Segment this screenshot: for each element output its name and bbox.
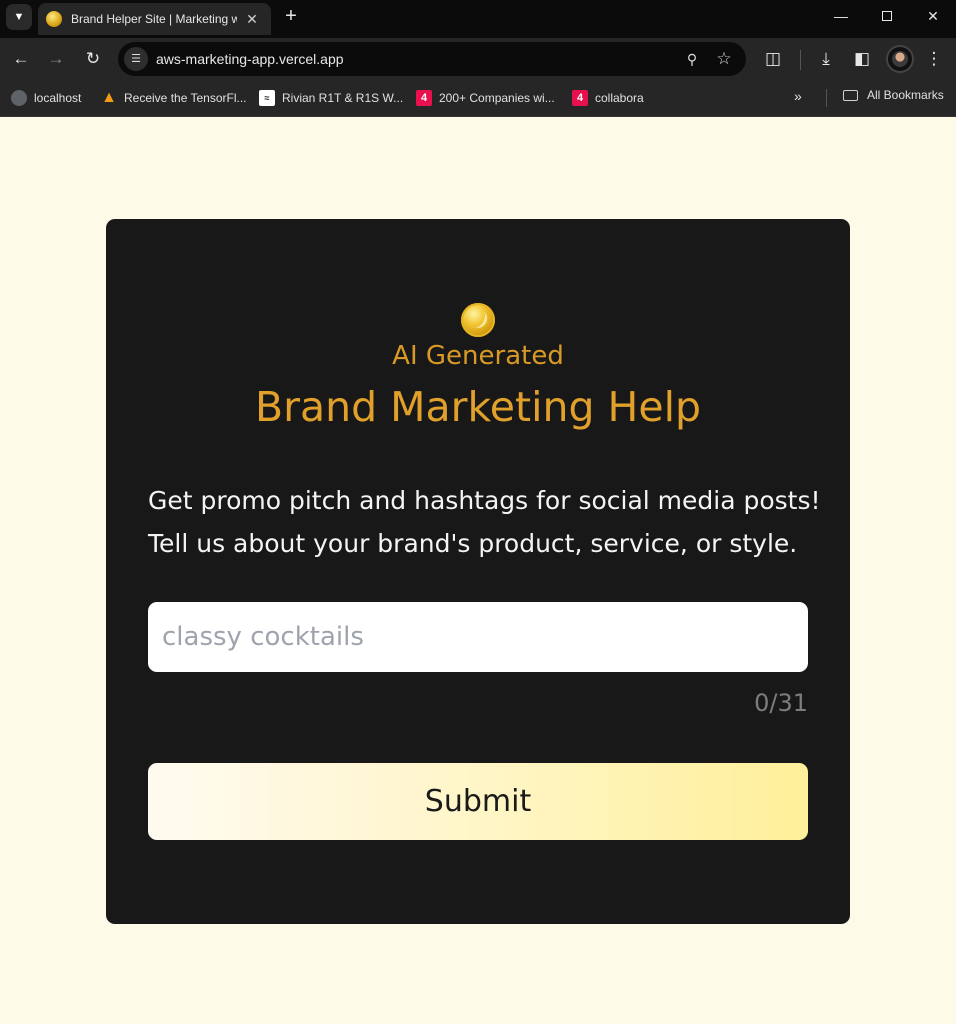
close-icon: ✕: [927, 7, 939, 24]
bookmark-tensorflow[interactable]: ▲ Receive the TensorFl...: [101, 88, 247, 108]
all-bookmarks-label: All Bookmarks: [867, 88, 944, 102]
window-close-button[interactable]: ✕: [910, 0, 956, 32]
chevron-down-icon: ▼: [13, 11, 25, 23]
page-subtitle: AI Generated: [392, 341, 564, 371]
page-title: Brand Marketing Help: [255, 383, 701, 431]
back-arrow-icon[interactable]: ←: [9, 47, 33, 71]
tab-title: Brand Helper Site | Marketing w: [71, 12, 237, 26]
submit-button[interactable]: Submit: [148, 763, 808, 840]
browser-tab-active[interactable]: Brand Helper Site | Marketing w ✕: [38, 3, 271, 35]
globe-icon: [11, 90, 27, 106]
bookmark-label: Rivian R1T & R1S W...: [282, 91, 404, 105]
bookmark-label: Receive the TensorFl...: [124, 91, 247, 105]
bookmark-200-companies[interactable]: 4 200+ Companies wi...: [416, 88, 555, 108]
four-icon: 4: [416, 90, 432, 106]
browser-chrome: ▼ Brand Helper Site | Marketing w ✕ + — …: [0, 0, 956, 117]
bookmark-label: collabora: [595, 91, 644, 105]
zoom-icon[interactable]: ⚲: [680, 47, 704, 71]
bookmark-collabora[interactable]: 4 collabora: [572, 88, 644, 108]
window-minimize-button[interactable]: —: [818, 0, 864, 32]
brand-description-input[interactable]: [148, 602, 808, 672]
reload-icon[interactable]: ↻: [81, 47, 105, 71]
close-icon[interactable]: ✕: [245, 11, 259, 28]
marketing-card: AI Generated Brand Marketing Help Get pr…: [106, 219, 850, 924]
character-counter: 0/31: [754, 689, 808, 717]
bookmark-label: 200+ Companies wi...: [439, 91, 555, 105]
plus-icon: +: [285, 5, 297, 27]
all-bookmarks-button[interactable]: All Bookmarks: [843, 88, 944, 102]
bookmarks-divider: [826, 89, 827, 107]
download-icon[interactable]: ⤓: [814, 47, 838, 71]
toolbar-divider: [800, 50, 801, 70]
bookmark-localhost[interactable]: localhost: [11, 88, 81, 108]
url-text[interactable]: aws-marketing-app.vercel.app: [156, 51, 344, 67]
avatar-icon: [892, 51, 908, 67]
side-panel-icon[interactable]: ◧: [850, 47, 874, 71]
four-icon: 4: [572, 90, 588, 106]
intro-line-2: Tell us about your brand's product, serv…: [148, 529, 798, 558]
site-info-icon[interactable]: ☰: [124, 47, 148, 71]
rivian-icon: ≈: [259, 90, 275, 106]
intro-text: Get promo pitch and hashtags for social …: [148, 479, 828, 565]
intro-line-1: Get promo pitch and hashtags for social …: [148, 486, 821, 515]
tab-search-button[interactable]: ▼: [6, 4, 32, 30]
forward-arrow-icon[interactable]: →: [44, 47, 68, 71]
bookmark-rivian[interactable]: ≈ Rivian R1T & R1S W...: [259, 88, 403, 108]
profile-avatar[interactable]: [886, 45, 914, 73]
maximize-icon: [882, 11, 892, 21]
new-tab-button[interactable]: +: [280, 5, 302, 27]
more-menu-icon[interactable]: ⋮: [922, 47, 946, 71]
coin-icon: [461, 303, 495, 337]
folder-icon: [843, 89, 858, 101]
bookmarks-bar: localhost ▲ Receive the TensorFl... ≈ Ri…: [0, 80, 956, 117]
navigation-bar: ← → ↻ ☰ aws-marketing-app.vercel.app ⚲ ☆…: [0, 38, 956, 80]
minimize-icon: —: [834, 8, 848, 24]
tensorflow-icon: ▲: [101, 89, 117, 106]
extensions-icon[interactable]: ◫: [761, 47, 785, 71]
address-bar[interactable]: ☰ aws-marketing-app.vercel.app ⚲ ☆: [118, 42, 746, 76]
tab-strip: ▼ Brand Helper Site | Marketing w ✕ + — …: [0, 0, 956, 38]
bookmark-label: localhost: [34, 91, 82, 105]
window-maximize-button[interactable]: [864, 0, 910, 32]
coin-icon: [46, 11, 62, 27]
bookmark-star-icon[interactable]: ☆: [712, 47, 736, 71]
bookmarks-overflow-icon[interactable]: »: [794, 88, 802, 104]
